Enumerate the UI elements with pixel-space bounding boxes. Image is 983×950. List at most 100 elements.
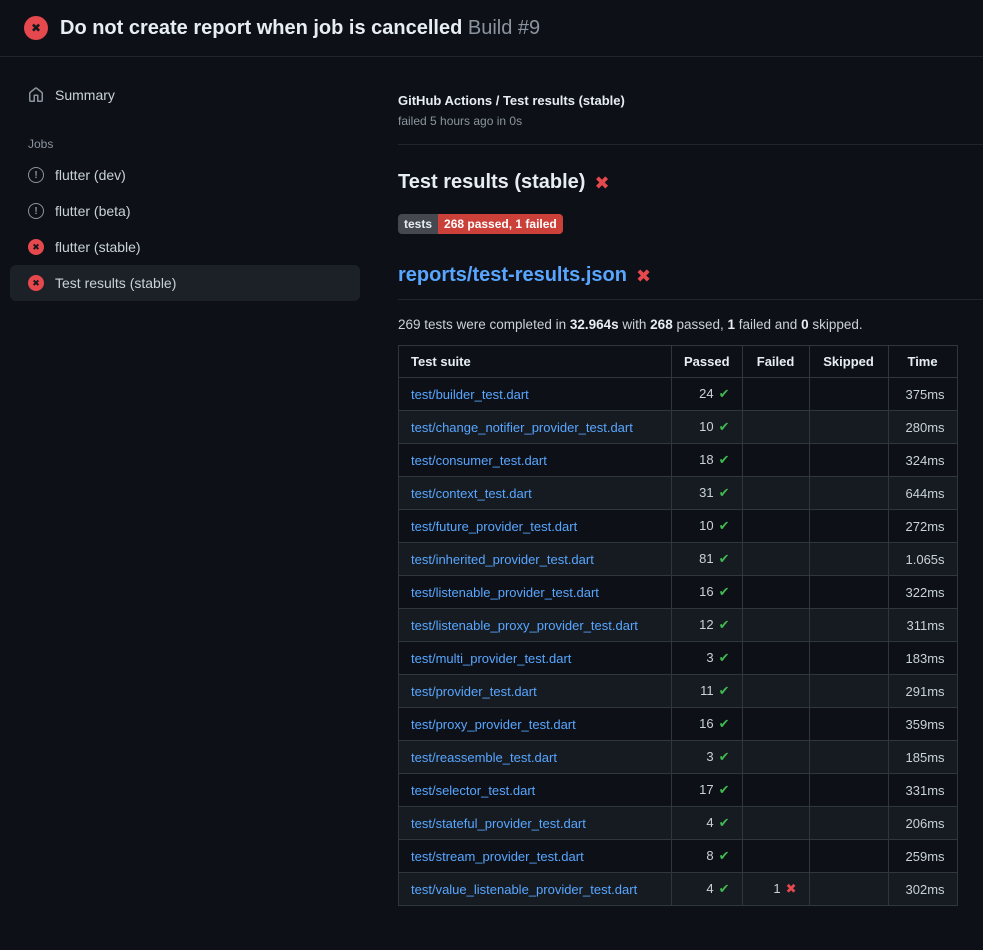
passed-cell: 3✔ bbox=[672, 642, 743, 675]
sidebar-summary-label: Summary bbox=[55, 87, 115, 103]
test-suite-row: test/change_notifier_provider_test.dart 1… bbox=[399, 411, 958, 444]
run-meta: failed 5 hours ago in 0s bbox=[398, 114, 983, 128]
suite-link[interactable]: test/proxy_provider_test.dart bbox=[411, 717, 576, 732]
test-suite-row: test/consumer_test.dart18✔324ms bbox=[399, 444, 958, 477]
test-table-body: test/builder_test.dart24✔375mstest/chang… bbox=[399, 378, 958, 906]
failed-cell bbox=[742, 477, 809, 510]
x-circle-icon: ✖ bbox=[24, 16, 48, 40]
suite-link[interactable]: test/change_notifier_provider_test.dart bbox=[411, 420, 633, 435]
sidebar-item[interactable]: ✖flutter (stable) bbox=[10, 229, 360, 265]
skipped-cell bbox=[809, 675, 888, 708]
passed-cell-value: 4 bbox=[706, 881, 713, 896]
sidebar-item[interactable]: !flutter (dev) bbox=[10, 157, 360, 193]
header-divider bbox=[398, 144, 983, 145]
passed-cell-value: 31 bbox=[699, 485, 713, 500]
suite-cell: test/consumer_test.dart bbox=[399, 444, 672, 477]
x-icon: ✖ bbox=[786, 881, 797, 896]
passed-cell: 31✔ bbox=[672, 477, 743, 510]
passed-cell-value: 17 bbox=[699, 782, 713, 797]
badge-value: 268 passed, 1 failed bbox=[438, 214, 563, 234]
suite-link[interactable]: test/stateful_provider_test.dart bbox=[411, 816, 586, 831]
time-cell: 359ms bbox=[888, 708, 957, 741]
report-title: reports/test-results.json ✖ bbox=[398, 264, 983, 300]
failed-cell bbox=[742, 411, 809, 444]
col-header-time: Time bbox=[888, 346, 957, 378]
passed-cell-value: 3 bbox=[706, 749, 713, 764]
suite-link[interactable]: test/consumer_test.dart bbox=[411, 453, 547, 468]
skipped-cell bbox=[809, 741, 888, 774]
skipped-cell bbox=[809, 477, 888, 510]
home-icon bbox=[28, 87, 44, 103]
passed-cell: 16 ✔ bbox=[672, 576, 743, 609]
failed-cell bbox=[742, 774, 809, 807]
suite-link[interactable]: test/selector_test.dart bbox=[411, 783, 535, 798]
suite-link[interactable]: test/inherited_provider_test.dart bbox=[411, 552, 594, 567]
test-suite-row: test/future_provider_test.dart 10✔ 272ms bbox=[399, 510, 958, 543]
check-icon: ✔ bbox=[719, 815, 730, 830]
col-header-test-suite: Test suite bbox=[399, 346, 672, 378]
failed-x-icon: ✖ bbox=[636, 267, 651, 285]
time-cell: 259ms bbox=[888, 840, 957, 873]
failed-cell bbox=[742, 609, 809, 642]
suite-link[interactable]: test/stream_provider_test.dart bbox=[411, 849, 584, 864]
skipped-cell bbox=[809, 807, 888, 840]
suite-cell: test/value_listenable_provider_test.dart bbox=[399, 873, 672, 906]
report-link[interactable]: reports/test-results.json bbox=[398, 264, 627, 287]
time-cell: 272ms bbox=[888, 510, 957, 543]
test-suite-row: test/listenable_proxy_provider_test.dart… bbox=[399, 609, 958, 642]
x-circle-icon: ✖ bbox=[28, 275, 44, 291]
time-cell: 280ms bbox=[888, 411, 957, 444]
failed-cell bbox=[742, 444, 809, 477]
check-icon: ✔ bbox=[719, 881, 730, 896]
time-cell: 185ms bbox=[888, 741, 957, 774]
check-icon: ✔ bbox=[719, 848, 730, 863]
sidebar-item-label: flutter (beta) bbox=[55, 203, 130, 219]
suite-link[interactable]: test/builder_test.dart bbox=[411, 387, 529, 402]
suite-cell: test/listenable_proxy_provider_test.dart bbox=[399, 609, 672, 642]
sidebar-item[interactable]: ! flutter (beta) bbox=[10, 193, 360, 229]
build-number: Build #9 bbox=[468, 17, 540, 39]
test-suite-row: test/stateful_provider_test.dart4✔206ms bbox=[399, 807, 958, 840]
neutral-circle-icon: ! bbox=[28, 203, 44, 219]
test-suite-row: test/value_listenable_provider_test.dart… bbox=[399, 873, 958, 906]
check-icon: ✔ bbox=[719, 419, 730, 434]
failed-cell bbox=[742, 576, 809, 609]
col-header-skipped: Skipped bbox=[809, 346, 888, 378]
failed-cell bbox=[742, 675, 809, 708]
passed-cell-value: 16 bbox=[699, 584, 713, 599]
time-cell: 644ms bbox=[888, 477, 957, 510]
suite-cell: test/context_test.dart bbox=[399, 477, 672, 510]
check-icon: ✔ bbox=[719, 749, 730, 764]
passed-cell-value: 8 bbox=[706, 848, 713, 863]
passed-cell: 10✔ bbox=[672, 510, 743, 543]
suite-cell: test/change_notifier_provider_test.dart bbox=[399, 411, 672, 444]
check-icon: ✔ bbox=[719, 650, 730, 665]
test-suite-row: test/context_test.dart 31✔ 644ms bbox=[399, 477, 958, 510]
suite-cell: test/builder_test.dart bbox=[399, 378, 672, 411]
passed-cell-value: 12 bbox=[699, 617, 713, 632]
suite-link[interactable]: test/future_provider_test.dart bbox=[411, 519, 577, 534]
suite-link[interactable]: test/provider_test.dart bbox=[411, 684, 537, 699]
check-icon: ✔ bbox=[719, 584, 730, 599]
sidebar-item[interactable]: ✖Test results (stable) bbox=[10, 265, 360, 301]
failed-cell bbox=[742, 543, 809, 576]
sidebar-item-summary[interactable]: Summary bbox=[10, 77, 360, 113]
time-cell: 1.065s bbox=[888, 543, 957, 576]
passed-cell: 10✔ bbox=[672, 411, 743, 444]
suite-link[interactable]: test/listenable_provider_test.dart bbox=[411, 585, 599, 600]
col-header-failed: Failed bbox=[742, 346, 809, 378]
x-circle-icon: ✖ bbox=[28, 239, 44, 255]
skipped-cell bbox=[809, 840, 888, 873]
suite-link[interactable]: test/multi_provider_test.dart bbox=[411, 651, 571, 666]
passed-cell-value: 16 bbox=[699, 716, 713, 731]
suite-link[interactable]: test/reassemble_test.dart bbox=[411, 750, 557, 765]
skipped-cell bbox=[809, 642, 888, 675]
suite-link[interactable]: test/context_test.dart bbox=[411, 486, 532, 501]
suite-link[interactable]: test/listenable_proxy_provider_test.dart bbox=[411, 618, 638, 633]
test-suite-row: test/reassemble_test.dart 3 ✔ 185ms bbox=[399, 741, 958, 774]
tests-badge: tests 268 passed, 1 failed bbox=[398, 214, 563, 234]
main-content: GitHub Actions / Test results (stable) f… bbox=[370, 57, 983, 926]
test-suite-row: test/multi_provider_test.dart3✔183ms bbox=[399, 642, 958, 675]
summary-line: 269 tests were completed in 32.964s with… bbox=[398, 317, 983, 332]
suite-link[interactable]: test/value_listenable_provider_test.dart bbox=[411, 882, 637, 897]
